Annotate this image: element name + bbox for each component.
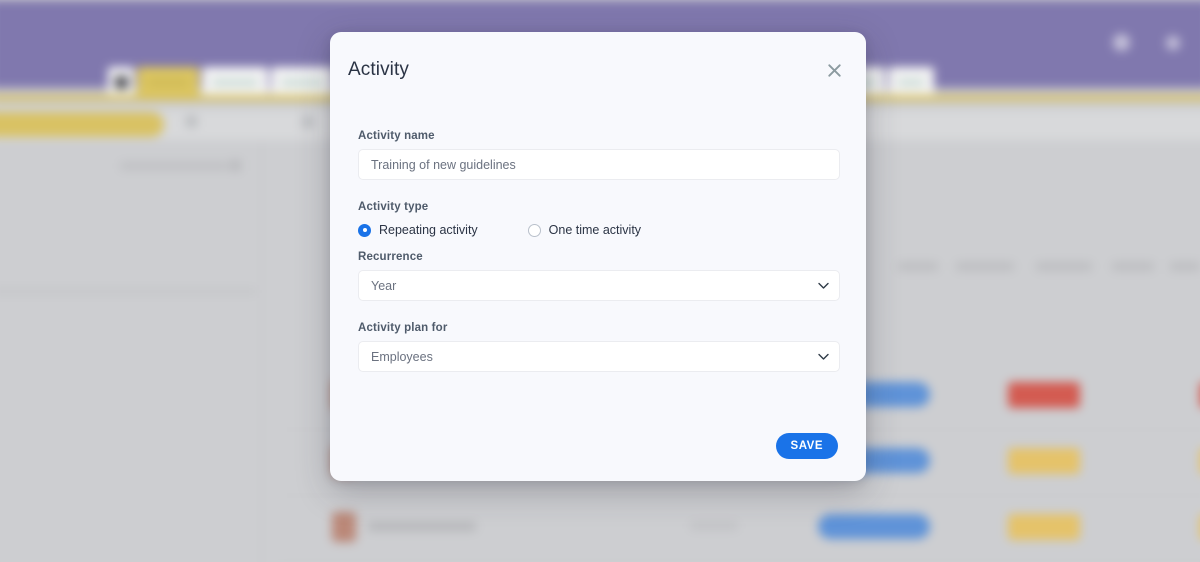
activity-plan-select-wrap: Employees [358,341,840,372]
background-column-header-4 [1170,262,1200,271]
activity-modal: Activity Activity name Activity type Rep… [330,32,866,481]
background-tab-3 [202,67,268,98]
background-column-header-2 [1036,262,1092,271]
background-column-header-3 [1112,262,1154,271]
status-badge [1008,448,1080,474]
background-add-icon [186,116,197,127]
background-tab-4 [271,67,333,98]
search-icon [1113,34,1130,51]
save-button[interactable]: SAVE [775,433,838,459]
background-row-name [368,522,476,531]
activity-plan-for-label: Activity plan for [358,322,448,334]
background-column-header-1 [956,262,1014,271]
background-topbar-icons [1113,34,1180,51]
activity-name-input[interactable] [358,149,840,180]
background-left-panel-title [120,162,228,170]
radio-label-repeating: Repeating activity [379,223,478,237]
activity-name-label: Activity name [358,130,435,142]
modal-form: Activity name Activity type Repeating ac… [358,130,840,393]
radio-one-time-activity[interactable]: One time activity [527,223,642,237]
recurrence-label: Recurrence [358,251,423,263]
field-activity-type: Activity type Repeating activity One tim… [358,201,840,237]
user-icon [1166,35,1180,50]
radio-repeating-activity[interactable]: Repeating activity [358,223,478,237]
background-column-header-0 [898,262,938,271]
background-left-panel [0,142,262,562]
background-left-panel-divider [0,288,256,295]
status-badge [1008,382,1080,408]
field-activity-plan-for: Activity plan for Employees [358,322,840,372]
background-row-action-pill [818,514,930,539]
background-table-row [280,496,1200,562]
radio-mark-repeating[interactable] [358,223,371,237]
radio-mark-one-time[interactable] [527,223,541,237]
radio-label-one-time: One time activity [548,223,642,237]
avatar [332,512,356,542]
background-options-icon [302,116,314,128]
background-tab-13 [888,67,934,98]
activity-type-label: Activity type [358,201,429,213]
background-tab-label [898,79,924,86]
home-icon [114,76,128,89]
close-icon[interactable] [822,58,846,82]
activity-plan-for-select[interactable]: Employees [358,341,840,372]
activity-type-radio-group: Repeating activity One time activity [358,223,840,237]
modal-title: Activity [348,59,409,80]
status-badge [1008,514,1080,540]
background-row-meta [690,522,738,530]
background-active-filter-pill [0,112,164,137]
background-tab-2 [137,67,199,98]
background-tab-label [281,79,323,86]
field-activity-name: Activity name [358,130,840,180]
background-tab-label [147,79,189,86]
background-left-panel-icon [230,160,241,171]
recurrence-select[interactable]: Year [358,270,840,301]
background-tab-label [212,79,258,86]
background-home-tab [108,67,134,98]
screen-root: Activity Activity name Activity type Rep… [0,0,1200,562]
field-recurrence: Recurrence Year [358,251,840,301]
recurrence-select-wrap: Year [358,270,840,301]
